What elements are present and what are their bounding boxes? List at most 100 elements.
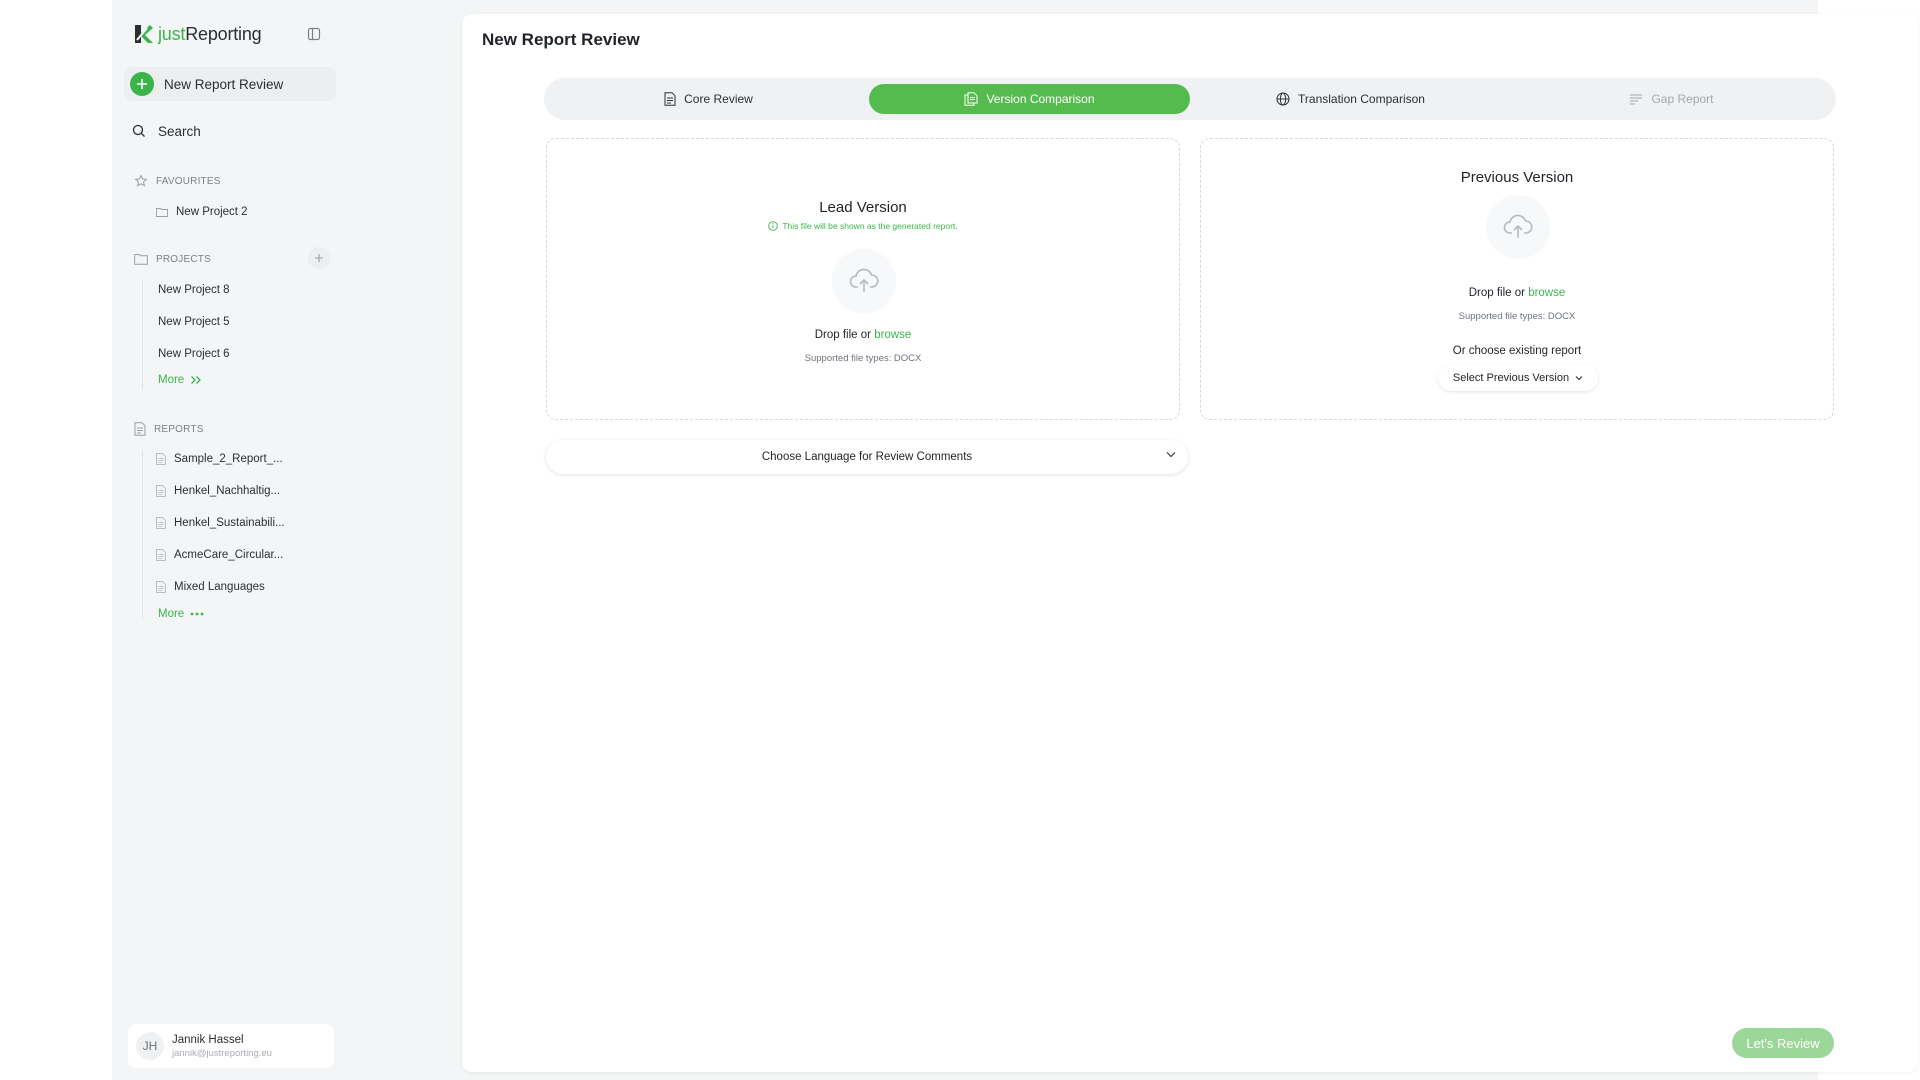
favourites-label: FAVOURITES <box>156 175 221 187</box>
folder-icon <box>134 254 148 265</box>
lead-version-hint-text: This file will be shown as the generated… <box>782 221 958 231</box>
projects-tree-line <box>142 280 143 390</box>
report-item[interactable]: Sample_2_Report_... <box>156 450 283 468</box>
favourite-item[interactable]: New Project 2 <box>156 203 248 221</box>
search-label: Search <box>158 123 201 139</box>
lead-version-dropzone[interactable]: Lead Version This file will be shown as … <box>546 138 1180 420</box>
user-name: Jannik Hassel <box>172 1033 244 1046</box>
report-item-label: AcmeCare_Circular... <box>174 549 284 561</box>
user-email: jannik@justreporting.eu <box>172 1047 272 1059</box>
tab-translation-comparison[interactable]: Translation Comparison <box>1190 84 1511 114</box>
projects-heading: PROJECTS <box>134 247 334 269</box>
project-item[interactable]: New Project 5 <box>158 313 230 331</box>
lead-browse-link[interactable]: browse <box>874 329 911 341</box>
file-icon <box>156 485 166 497</box>
report-icon <box>134 422 146 436</box>
projects-more-label: More <box>158 374 185 386</box>
user-info: Jannik Hassel jannik@justreporting.eu <box>172 1034 272 1059</box>
review-language-select[interactable]: Choose Language for Review Comments <box>546 440 1188 474</box>
project-item[interactable]: New Project 6 <box>158 345 230 363</box>
file-icon <box>156 549 166 561</box>
app-shell: justReporting New Report Review Search F… <box>112 0 1918 1080</box>
reports-tree-line <box>142 450 143 620</box>
report-item[interactable]: Henkel_Nachhaltig... <box>156 482 280 500</box>
file-icon <box>156 517 166 529</box>
folder-icon <box>156 207 168 217</box>
reports-label: REPORTS <box>154 423 204 435</box>
globe-icon <box>1276 92 1290 106</box>
upload-cloud-icon[interactable] <box>832 249 896 313</box>
select-previous-version-dropdown[interactable]: Select Previous Version <box>1438 365 1598 391</box>
add-project-button[interactable] <box>308 247 330 269</box>
file-icon <box>156 453 166 465</box>
more-dots-icon <box>190 612 204 616</box>
previous-browse-link[interactable]: browse <box>1528 287 1565 299</box>
tab-gap-report-label: Gap Report <box>1651 92 1714 106</box>
double-chevron-right-icon <box>191 376 202 384</box>
page-title: New Report Review <box>482 30 640 49</box>
logo-just: just <box>158 23 186 44</box>
plus-icon <box>315 254 323 262</box>
main-panel: New Report Review Core Review Version Co… <box>462 14 1918 1072</box>
chevron-down-icon <box>1166 451 1176 458</box>
logo[interactable]: justReporting <box>132 20 332 48</box>
favourite-item-label: New Project 2 <box>176 206 248 218</box>
sidebar-toggle-icon <box>307 27 321 41</box>
logo-icon <box>132 22 154 46</box>
favourites-heading: FAVOURITES <box>134 172 334 190</box>
reports-more-label: More <box>158 608 185 620</box>
chevron-down-icon <box>1575 375 1583 381</box>
previous-version-title: Previous Version <box>1460 169 1574 186</box>
tab-core-review[interactable]: Core Review <box>548 84 869 114</box>
report-item-label: Henkel_Nachhaltig... <box>174 485 281 497</box>
report-item[interactable]: Mixed Languages <box>156 578 265 596</box>
search-icon <box>132 124 145 137</box>
lead-version-hint: This file will be shown as the generated… <box>547 221 1179 231</box>
projects-more-link[interactable]: More <box>158 374 202 386</box>
previous-drop-label: Drop file or <box>1468 287 1525 299</box>
compare-documents-icon <box>964 92 978 106</box>
search-button[interactable]: Search <box>132 120 332 142</box>
avatar: JH <box>136 1032 164 1060</box>
report-item-label: Mixed Languages <box>174 581 265 593</box>
lead-drop-label: Drop file or <box>814 329 871 341</box>
tab-translation-comparison-label: Translation Comparison <box>1298 92 1425 106</box>
lead-supported-types: Supported file types: DOCX <box>804 353 922 364</box>
lead-version-title: Lead Version <box>819 199 907 216</box>
collapse-sidebar-button[interactable] <box>304 24 324 44</box>
new-report-review-button[interactable]: New Report Review <box>124 67 336 101</box>
project-item-label: New Project 5 <box>158 316 230 328</box>
file-icon <box>156 581 166 593</box>
logo-text: justReporting <box>158 23 262 45</box>
star-icon <box>134 174 148 187</box>
previous-version-dropzone[interactable]: Previous Version Drop file or browse Sup… <box>1200 138 1834 420</box>
reports-more-link[interactable]: More <box>158 608 204 620</box>
report-item[interactable]: Henkel_Sustainabili... <box>156 514 285 532</box>
new-report-review-label: New Report Review <box>164 76 284 92</box>
list-icon <box>1629 93 1643 105</box>
project-item-label: New Project 6 <box>158 348 230 360</box>
review-type-tabs: Core Review Version Comparison Translati… <box>544 78 1836 120</box>
lead-drop-text: Drop file or browse <box>547 329 1179 341</box>
or-choose-existing-label: Or choose existing report <box>1452 345 1582 357</box>
reports-heading: REPORTS <box>134 420 334 438</box>
report-item[interactable]: AcmeCare_Circular... <box>156 546 283 564</box>
previous-supported-types: Supported file types: DOCX <box>1458 311 1576 322</box>
lets-review-button[interactable]: Let's Review <box>1732 1028 1834 1058</box>
tab-version-comparison[interactable]: Version Comparison <box>869 84 1190 114</box>
document-icon <box>664 92 676 106</box>
info-icon <box>768 221 779 231</box>
upload-cloud-icon[interactable] <box>1486 195 1550 259</box>
tab-gap-report[interactable]: Gap Report <box>1511 84 1832 114</box>
project-item-label: New Project 8 <box>158 284 230 296</box>
report-item-label: Sample_2_Report_... <box>174 453 283 465</box>
select-previous-version-label: Select Previous Version <box>1452 372 1570 384</box>
review-language-label: Choose Language for Review Comments <box>761 451 973 463</box>
plus-icon <box>130 72 154 96</box>
user-profile-card[interactable]: JH Jannik Hassel jannik@justreporting.eu <box>128 1024 334 1068</box>
tab-core-review-label: Core Review <box>684 92 753 106</box>
report-item-label: Henkel_Sustainabili... <box>174 517 285 529</box>
sidebar: justReporting New Report Review Search F… <box>112 0 348 1080</box>
project-item[interactable]: New Project 8 <box>158 281 230 299</box>
previous-drop-text: Drop file or browse <box>1201 287 1833 299</box>
